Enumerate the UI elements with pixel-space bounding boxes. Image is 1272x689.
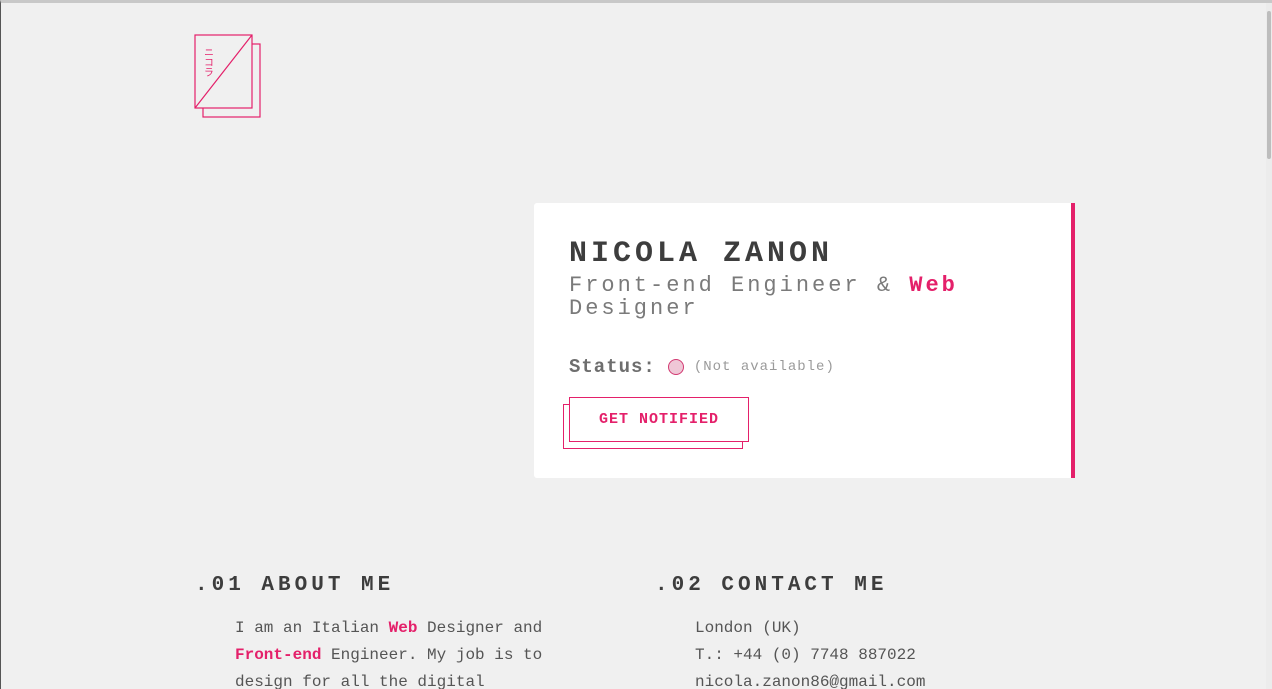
contact-title: .02 CONTACT ME bbox=[655, 574, 888, 597]
logo-text: ニコラ bbox=[202, 47, 213, 77]
subtitle-highlight: Web bbox=[909, 273, 958, 298]
about-text-part: I am an Italian bbox=[235, 619, 389, 637]
subtitle-role: Front-end Engineer & bbox=[569, 273, 910, 298]
logo[interactable]: ニコラ bbox=[194, 34, 262, 120]
contact-location: London (UK) bbox=[695, 619, 801, 637]
about-title: .01 ABOUT ME bbox=[195, 574, 395, 597]
notify-button-wrap: GET NOTIFIED bbox=[563, 397, 749, 449]
about-highlight-web: Web bbox=[388, 619, 418, 637]
subtitle-role-end: Designer bbox=[569, 296, 699, 321]
contact-section: .02 CONTACT ME London (UK) T.: +44 (0) 7… bbox=[655, 574, 925, 689]
profile-subtitle: Front-end Engineer & Web Designer bbox=[569, 274, 989, 320]
about-text-part: Designer and bbox=[417, 619, 543, 637]
about-text: I am an Italian Web Designer and Front-e… bbox=[235, 615, 575, 689]
contact-details: London (UK) T.: +44 (0) 7748 887022 nico… bbox=[695, 615, 925, 689]
profile-card: NICOLA ZANON Front-end Engineer & Web De… bbox=[534, 203, 1075, 478]
status-text: (Not available) bbox=[693, 359, 835, 375]
profile-name: NICOLA ZANON bbox=[569, 237, 834, 271]
contact-email[interactable]: nicola.zanon86@gmail.com bbox=[695, 669, 925, 689]
logo-icon: ニコラ bbox=[194, 34, 261, 118]
about-highlight-frontend: Front-end bbox=[235, 646, 322, 664]
contact-phone[interactable]: T.: +44 (0) 7748 887022 bbox=[695, 642, 925, 669]
page: ニコラ NICOLA ZANON Front-end Engineer & We… bbox=[0, 0, 1272, 689]
about-section: .01 ABOUT ME I am an Italian Web Designe… bbox=[195, 574, 575, 689]
scrollbar-thumb[interactable] bbox=[1267, 11, 1271, 159]
status-row: Status: (Not available) bbox=[569, 356, 835, 378]
scrollbar[interactable] bbox=[1266, 3, 1272, 689]
status-indicator-icon bbox=[667, 359, 684, 375]
get-notified-button[interactable]: GET NOTIFIED bbox=[569, 397, 749, 442]
status-label: Status: bbox=[569, 356, 656, 378]
